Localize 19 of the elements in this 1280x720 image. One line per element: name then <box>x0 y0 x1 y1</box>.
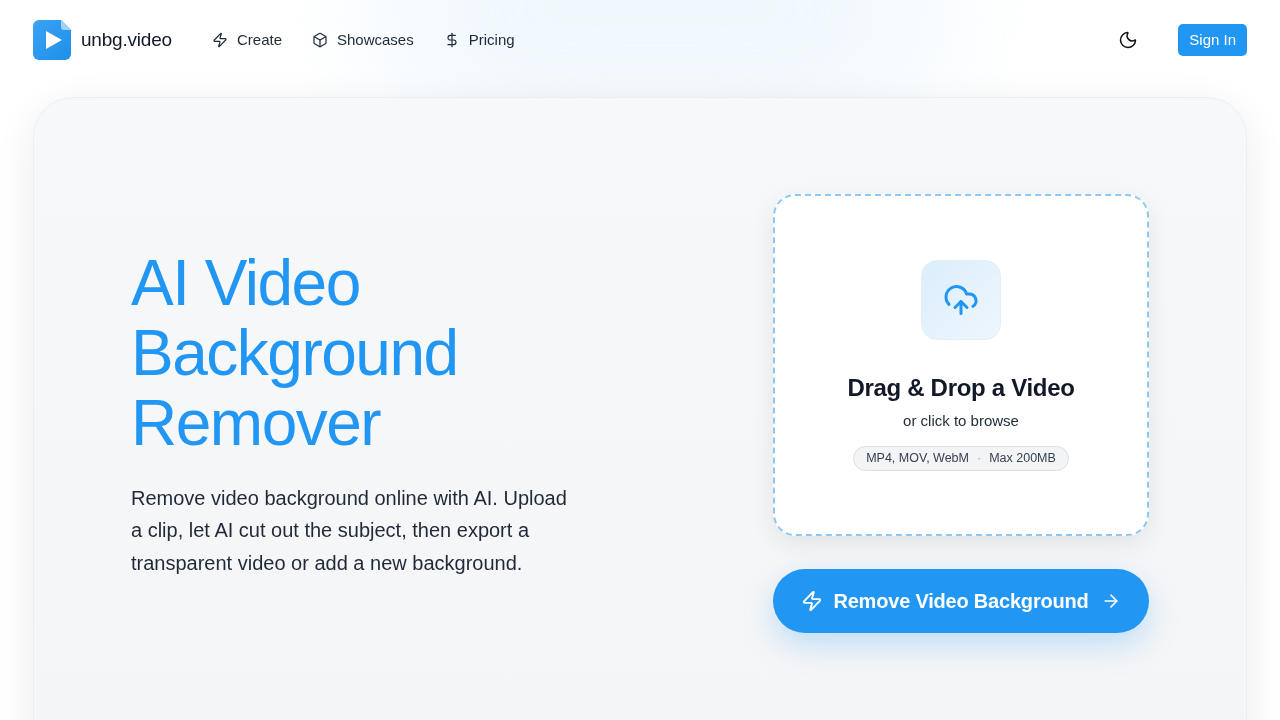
upload-subtitle: or click to browse <box>903 410 1019 431</box>
nav-link[interactable]: Create <box>211 28 282 52</box>
theme-toggle-button[interactable] <box>1118 30 1139 50</box>
nav-link[interactable]: Showcases <box>312 28 414 52</box>
lightning-icon <box>211 32 228 48</box>
file-formats: MP4, MOV, WebM <box>866 449 969 467</box>
brand-name[interactable]: unbg.video <box>81 25 172 55</box>
hero-description: Remove video background online with AI. Upload a clip, let AI cut out the subject, then export a transparent video or add a new background. <box>131 485 568 576</box>
logo-icon <box>33 20 73 60</box>
file-size-limit: Max 200MB <box>989 449 1056 467</box>
cube-icon <box>312 32 328 48</box>
cloud-upload-icon <box>921 259 1001 340</box>
lightning-icon <box>801 590 824 612</box>
upload-title: Drag & Drop a Video <box>847 372 1075 403</box>
hero-title: AI Video Background Remover <box>131 247 459 458</box>
separator-dot: · <box>976 449 982 467</box>
upload-dropzone[interactable]: Drag & Drop a Video or click to browse MP4, MOV, WebM · Max 200MB <box>773 194 1149 536</box>
nav-link[interactable]: Pricing <box>443 28 515 52</box>
moon-icon <box>1118 30 1139 50</box>
